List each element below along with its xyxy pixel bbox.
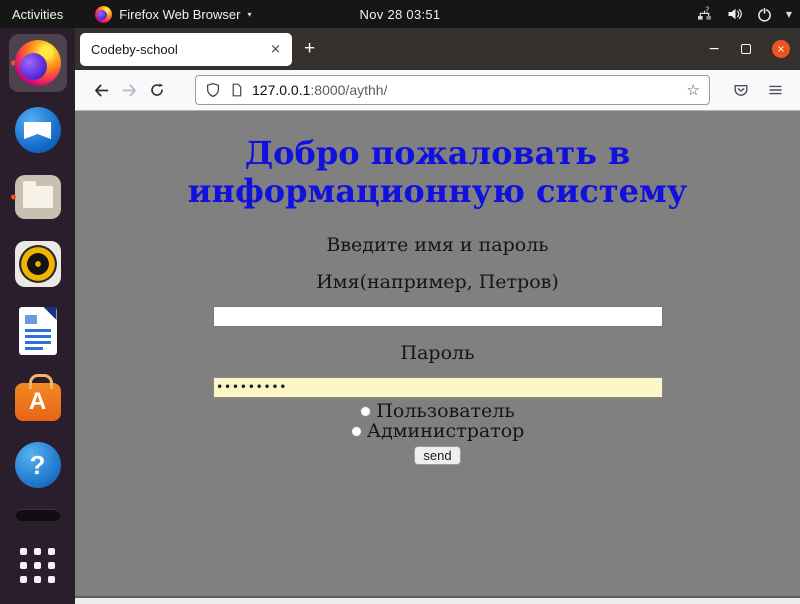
send-button[interactable]: send (414, 446, 460, 465)
rhythmbox-icon (15, 241, 61, 287)
tab-codeby-school[interactable]: Codeby-school × (80, 33, 292, 66)
dock-item-thunderbird[interactable] (9, 101, 67, 159)
libreoffice-writer-icon (19, 307, 57, 355)
help-icon: ? (15, 442, 61, 488)
name-label: Имя(например, Петров) (75, 271, 800, 293)
volume-icon (726, 6, 743, 22)
system-menu-chevron-icon: ▼ (786, 10, 792, 19)
minimize-button[interactable]: − (708, 41, 720, 57)
tab-bar: Codeby-school × + − × (75, 28, 800, 70)
navigation-toolbar: 127.0.0.1:8000/aythh/ ☆ (75, 70, 800, 111)
forward-arrow-icon (123, 85, 134, 95)
firefox-icon (95, 6, 112, 23)
radio-button-icon[interactable] (360, 406, 371, 417)
dock-item-libreoffice-writer[interactable] (9, 302, 67, 360)
password-input[interactable] (213, 377, 663, 398)
thunderbird-icon (15, 107, 61, 153)
running-indicator (11, 195, 16, 200)
chevron-down-icon: ▾ (247, 10, 251, 19)
power-icon (756, 6, 773, 23)
dock-item-minimized-window[interactable] (9, 503, 67, 527)
page-title: Добро пожаловать в информационную систем… (108, 134, 768, 210)
app-menu[interactable]: Firefox Web Browser ▾ (95, 6, 251, 23)
close-button[interactable]: × (772, 40, 790, 58)
system-status-area[interactable]: ? ▼ (696, 0, 792, 28)
activities-button[interactable]: Activities (12, 7, 63, 22)
restore-button[interactable] (741, 44, 751, 54)
dock-item-ubuntu-software[interactable]: A (9, 369, 67, 427)
clock[interactable]: Nov 28 03:51 (360, 7, 441, 22)
url-text[interactable]: 127.0.0.1:8000/aythh/ (252, 82, 387, 98)
url-path: :8000/aythh/ (310, 82, 387, 98)
bookmark-star-icon[interactable]: ☆ (687, 81, 700, 99)
login-prompt: Введите имя и пароль (75, 234, 800, 256)
role-option-admin[interactable]: Администратор (75, 422, 800, 441)
dock-item-app-grid[interactable] (9, 536, 67, 594)
app-menu-label: Firefox Web Browser (119, 7, 240, 22)
role-option-user-label: Пользователь (376, 402, 514, 421)
window-controls: − × (708, 28, 790, 70)
minimized-window-icon (16, 509, 60, 521)
dock: A ? (0, 28, 75, 604)
role-option-user[interactable]: Пользователь (75, 402, 800, 421)
reload-button[interactable] (143, 76, 171, 104)
dock-item-files[interactable] (9, 168, 67, 226)
tab-close-icon[interactable]: × (270, 42, 281, 57)
tab-title: Codeby-school (91, 42, 178, 57)
desktop: Activities Firefox Web Browser ▾ Nov 28 … (0, 0, 800, 604)
web-page: Добро пожаловать в информационную систем… (75, 112, 800, 596)
menu-hamburger-icon[interactable] (767, 82, 784, 98)
name-input[interactable] (213, 306, 663, 327)
firefox-window: Codeby-school × + − × (75, 28, 800, 596)
window-bottom-edge (75, 596, 800, 604)
network-question-icon: ? (696, 6, 713, 22)
system-top-bar: Activities Firefox Web Browser ▾ Nov 28 … (0, 0, 800, 28)
new-tab-button[interactable]: + (304, 28, 315, 70)
firefox-icon (15, 40, 61, 86)
role-option-admin-label: Администратор (367, 422, 525, 441)
shield-icon[interactable] (205, 82, 221, 98)
radio-button-icon[interactable] (351, 426, 362, 437)
ubuntu-software-icon: A (15, 383, 61, 421)
back-arrow-icon (95, 85, 106, 95)
forward-button[interactable] (115, 76, 143, 104)
files-icon (15, 175, 61, 219)
url-bar[interactable]: 127.0.0.1:8000/aythh/ ☆ (195, 75, 710, 105)
dock-item-rhythmbox[interactable] (9, 235, 67, 293)
page-info-icon[interactable] (229, 82, 244, 98)
reload-icon (152, 85, 162, 95)
dock-item-firefox[interactable] (9, 34, 67, 92)
back-button[interactable] (87, 76, 115, 104)
pocket-icon[interactable] (732, 82, 750, 99)
dock-item-help[interactable]: ? (9, 436, 67, 494)
svg-text:?: ? (705, 6, 709, 14)
toolbar-right-icons (732, 82, 788, 99)
app-grid-icon (20, 548, 55, 583)
url-host: 127.0.0.1 (252, 82, 310, 98)
password-label: Пароль (75, 342, 800, 364)
